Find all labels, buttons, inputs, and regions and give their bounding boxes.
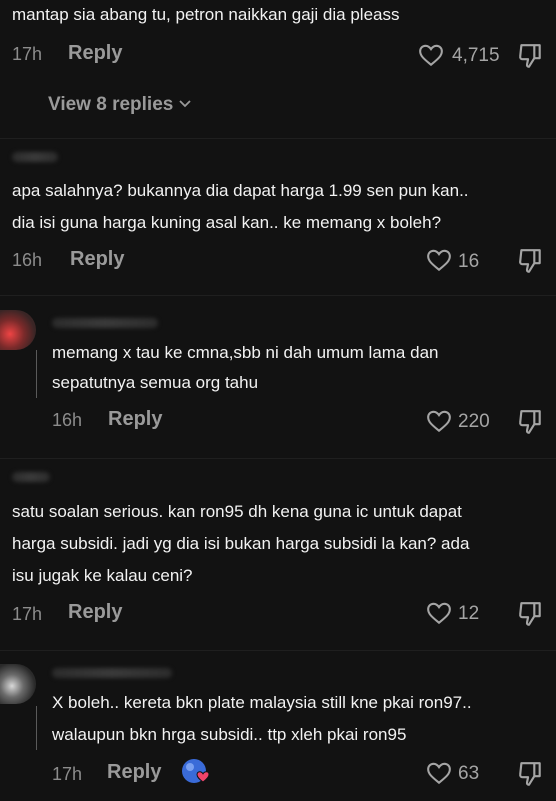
thumbs-down-icon[interactable] <box>517 247 543 275</box>
section-divider <box>0 138 556 139</box>
comment-time: 17h <box>52 764 83 784</box>
username-redacted <box>52 668 172 678</box>
comment-time: 16h <box>52 410 83 430</box>
heart-outline-icon[interactable] <box>426 248 452 272</box>
thread-line <box>36 350 37 398</box>
comment-text: X boleh.. kereta bkn plate malaysia stil… <box>52 693 472 712</box>
thumbs-down-icon[interactable] <box>517 760 543 788</box>
reply-button[interactable]: Reply <box>107 761 161 784</box>
thread-line <box>36 706 37 750</box>
comment-text: memang x tau ke cmna,sbb ni dah umum lam… <box>52 343 439 362</box>
like-count: 12 <box>458 603 480 624</box>
section-divider <box>0 650 556 651</box>
comment-text: dia isi guna harga kuning asal kan.. ke … <box>12 213 442 232</box>
heart-outline-icon[interactable] <box>426 761 452 785</box>
reply-button[interactable]: Reply <box>68 601 122 624</box>
heart-outline-icon[interactable] <box>426 601 452 625</box>
comment-time: 17h <box>12 44 43 64</box>
view-replies-label: View 8 replies <box>48 94 174 115</box>
username-redacted <box>12 472 50 482</box>
reply-button[interactable]: Reply <box>108 408 162 431</box>
section-divider <box>0 295 556 296</box>
avatar <box>0 664 36 704</box>
avatar <box>0 310 36 350</box>
like-count: 63 <box>458 763 480 784</box>
comment-text: sepatutnya semua org tahu <box>52 373 259 392</box>
like-count: 220 <box>458 411 490 432</box>
heart-outline-icon[interactable] <box>426 409 452 433</box>
username-redacted <box>52 318 158 328</box>
reply-button[interactable]: Reply <box>70 248 124 271</box>
heart-outline-icon[interactable] <box>418 43 444 67</box>
thumbs-down-icon[interactable] <box>517 408 543 436</box>
comment-time: 17h <box>12 604 43 624</box>
like-count: 16 <box>458 251 480 272</box>
reply-button[interactable]: Reply <box>68 42 122 65</box>
comment-text: harga subsidi. jadi yg dia isi bukan har… <box>12 534 470 553</box>
comment-text: isu jugak ke kalau ceni? <box>12 566 193 585</box>
thumbs-down-icon[interactable] <box>517 600 543 628</box>
username-redacted <box>12 152 58 162</box>
comment-text: mantap sia abang tu, petron naikkan gaji… <box>12 5 400 24</box>
thumbs-down-icon[interactable] <box>517 42 543 70</box>
comment-text: satu soalan serious. kan ron95 dh kena g… <box>12 502 462 521</box>
comment-text: walaupun bkn hrga subsidi.. ttp xleh pka… <box>52 725 407 744</box>
chevron-down-icon <box>178 96 192 114</box>
like-count: 4,715 <box>452 45 500 66</box>
view-replies-link[interactable]: View 8 replies <box>48 94 192 116</box>
creator-liked-badge-icon <box>180 757 212 787</box>
section-divider <box>0 458 556 459</box>
comment-text: apa salahnya? bukannya dia dapat harga 1… <box>12 181 469 200</box>
comment-time: 16h <box>12 250 43 270</box>
